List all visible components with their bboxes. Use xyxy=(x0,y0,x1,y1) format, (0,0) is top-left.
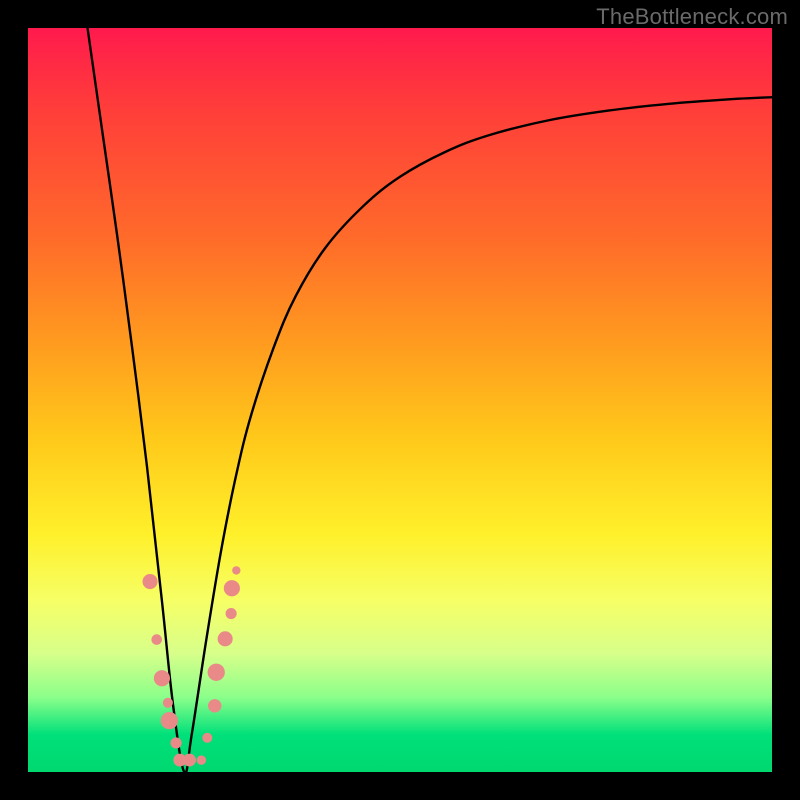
marker-point xyxy=(208,699,221,712)
marker-point xyxy=(151,634,162,645)
bottleneck-curve-path xyxy=(88,28,772,772)
chart-frame: TheBottleneck.com xyxy=(0,0,800,800)
marker-point xyxy=(183,754,196,767)
marker-point xyxy=(161,712,178,729)
marker-point xyxy=(226,608,237,619)
bottleneck-svg xyxy=(28,28,772,772)
plot-area xyxy=(28,28,772,772)
watermark-text: TheBottleneck.com xyxy=(596,4,788,30)
marker-point xyxy=(232,566,240,574)
marker-point xyxy=(142,574,157,589)
marker-point xyxy=(218,631,233,646)
marker-point xyxy=(202,733,212,743)
marker-point xyxy=(208,664,225,681)
marker-point xyxy=(154,670,170,686)
marker-point xyxy=(170,737,181,748)
marker-point xyxy=(163,698,173,708)
marker-point xyxy=(224,580,240,596)
marker-point xyxy=(197,755,206,764)
